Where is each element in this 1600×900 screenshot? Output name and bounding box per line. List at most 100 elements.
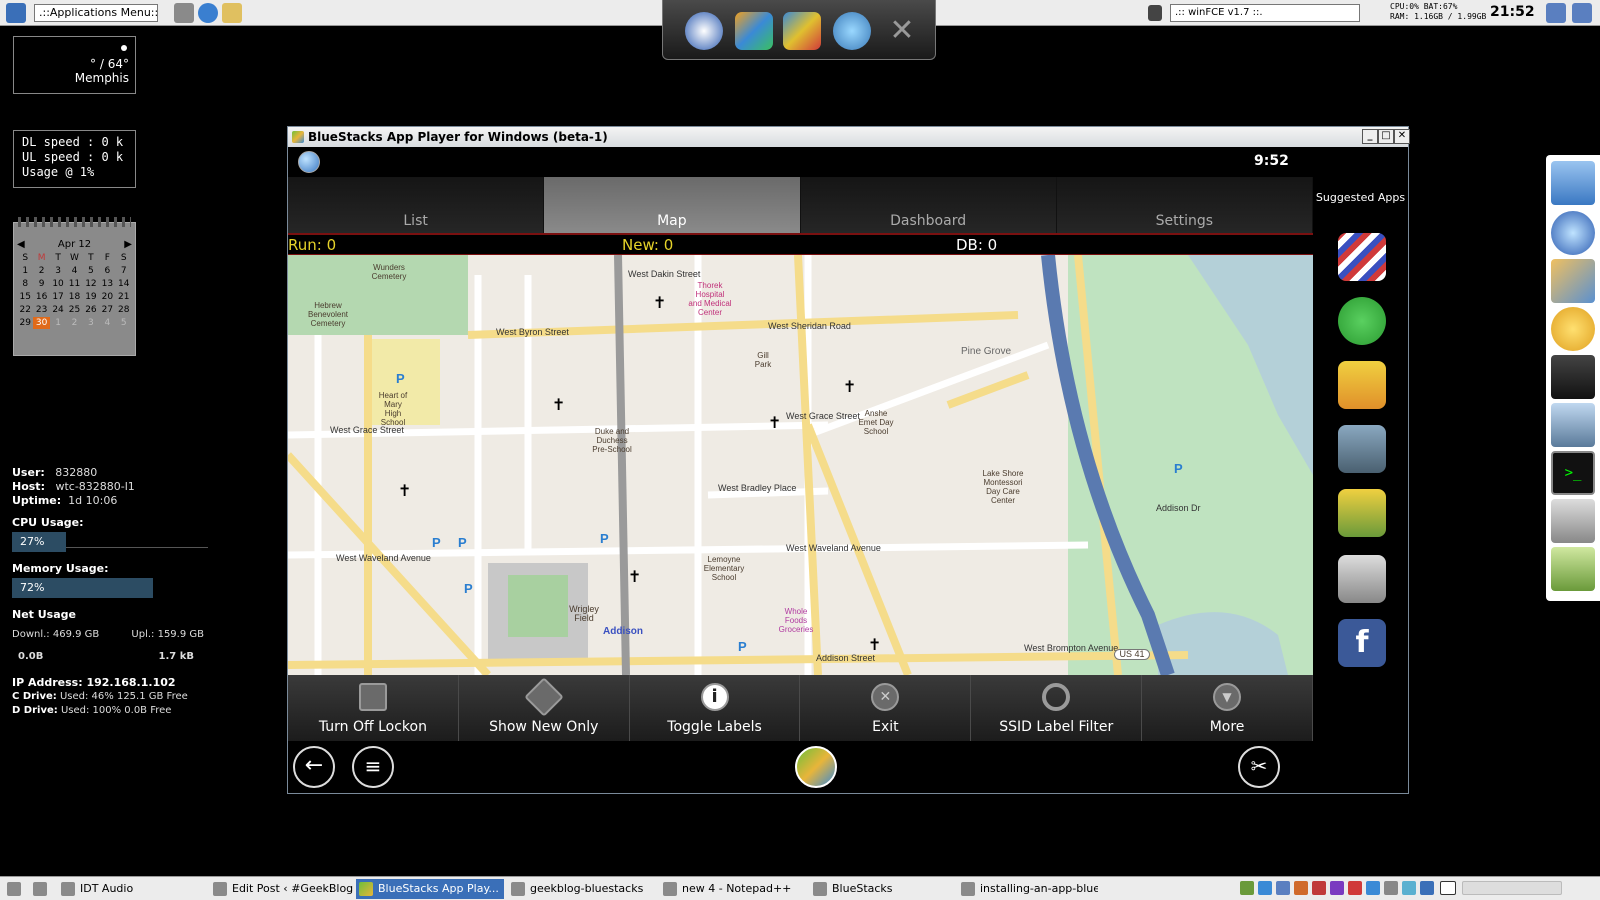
messenger-icon[interactable]: [1551, 259, 1595, 303]
calendar-day[interactable]: 18: [66, 291, 82, 303]
desktop-icon[interactable]: [4, 879, 26, 899]
calendar-day[interactable]: 29: [17, 317, 33, 329]
tray-icon[interactable]: [1258, 881, 1272, 895]
calendar-day[interactable]: 14: [116, 278, 132, 290]
calendar-day[interactable]: 1: [50, 317, 66, 329]
game-icon-village[interactable]: [1338, 489, 1386, 537]
camera-icon[interactable]: [30, 879, 52, 899]
ssid-label-filter-button[interactable]: SSID Label Filter: [971, 675, 1143, 741]
calendar-day[interactable]: 3: [83, 317, 99, 329]
minimize-button[interactable]: _: [1362, 129, 1378, 144]
calendar-day[interactable]: 30: [33, 317, 50, 329]
maximize-button[interactable]: □: [1378, 129, 1394, 144]
taskbar-item[interactable]: BlueStacks: [810, 879, 956, 899]
calendar-day[interactable]: 7: [116, 265, 132, 277]
calendar-day[interactable]: 3: [50, 265, 66, 277]
exit-button[interactable]: ✕ Exit: [800, 675, 972, 741]
menu-icon[interactable]: ≡: [352, 746, 394, 788]
camera-app-icon[interactable]: [1338, 555, 1386, 603]
calendar-day[interactable]: 5: [116, 317, 132, 329]
taskbar-item[interactable]: geekblog-bluestacks: [508, 879, 658, 899]
turn-off-lockon-button[interactable]: Turn Off Lockon: [288, 675, 459, 741]
app-store-icon[interactable]: [783, 12, 821, 50]
more-button[interactable]: ▼ More: [1142, 675, 1313, 741]
close-icon[interactable]: ✕: [883, 12, 921, 50]
tray-icon[interactable]: [1384, 881, 1398, 895]
close-button[interactable]: ✕: [1394, 129, 1410, 144]
back-arrow-icon[interactable]: ←: [293, 746, 335, 788]
tab-settings[interactable]: Settings: [1057, 177, 1313, 233]
calendar-day[interactable]: 19: [83, 291, 99, 303]
calendar-day[interactable]: 22: [17, 304, 33, 316]
taskbar-item[interactable]: IDT Audio: [58, 879, 208, 899]
tray-input-box[interactable]: [1462, 881, 1562, 895]
calendar-day[interactable]: 1: [17, 265, 33, 277]
words-with-friends-icon[interactable]: [1338, 361, 1386, 409]
show-new-only-button[interactable]: Show New Only: [459, 675, 630, 741]
calendar-day[interactable]: 20: [99, 291, 115, 303]
calendar-day[interactable]: 4: [99, 317, 115, 329]
tray-icon[interactable]: [1276, 881, 1290, 895]
taskbar-item[interactable]: installing-an-app-blue: [958, 879, 1098, 899]
smiley-icon[interactable]: [1551, 307, 1595, 351]
cloud-icon[interactable]: [833, 12, 871, 50]
toggle-labels-button[interactable]: i Toggle Labels: [630, 675, 801, 741]
next-month-icon[interactable]: ▶: [124, 239, 132, 250]
globe-icon[interactable]: [1551, 211, 1595, 255]
game-icon-fighter[interactable]: [1338, 425, 1386, 473]
tray-icon[interactable]: [1312, 881, 1326, 895]
bluestacks-home-icon[interactable]: [795, 746, 837, 788]
applications-menu[interactable]: .::Applications Menu::.: [34, 4, 158, 22]
app-icon-flag[interactable]: [1338, 233, 1386, 281]
recycle-bin-icon[interactable]: [1551, 547, 1595, 591]
calendar-day[interactable]: 16: [33, 291, 49, 303]
calendar-day[interactable]: 12: [83, 278, 99, 290]
prev-month-icon[interactable]: ◀: [17, 239, 25, 250]
calendar-day[interactable]: 2: [33, 265, 49, 277]
calendar-day[interactable]: 23: [33, 304, 49, 316]
winfce-player[interactable]: .:: winFCE v1.7 ::.: [1170, 4, 1360, 22]
monitor-icon[interactable]: [1551, 403, 1595, 447]
apps-grid-icon[interactable]: [685, 12, 723, 50]
tray-icon[interactable]: [1402, 881, 1416, 895]
calendar-day[interactable]: 15: [17, 291, 33, 303]
settings-tools-icon[interactable]: ✂: [1238, 746, 1280, 788]
tray-icon[interactable]: [1366, 881, 1380, 895]
taskbar-item[interactable]: BlueStacks App Play...: [356, 879, 504, 899]
terminal-icon[interactable]: >_: [1551, 451, 1595, 495]
calendar-day[interactable]: 24: [50, 304, 66, 316]
calendar-day[interactable]: 26: [83, 304, 99, 316]
favorites-icon[interactable]: [735, 12, 773, 50]
calendar-day[interactable]: 17: [50, 291, 66, 303]
calendar-day[interactable]: 9: [33, 278, 49, 290]
folder-icon[interactable]: [174, 3, 194, 23]
power-icon[interactable]: [1572, 3, 1592, 23]
calendar-day[interactable]: 5: [83, 265, 99, 277]
tab-map[interactable]: Map: [544, 177, 801, 233]
video-icon[interactable]: [1551, 355, 1595, 399]
taskbar-item[interactable]: new 4 - Notepad++: [660, 879, 808, 899]
editor-icon[interactable]: [222, 3, 242, 23]
tools-icon[interactable]: [1551, 499, 1595, 543]
facebook-icon[interactable]: f: [1338, 619, 1386, 667]
tray-icon[interactable]: [1240, 881, 1254, 895]
tab-list[interactable]: List: [288, 177, 545, 233]
browser-icon[interactable]: [198, 3, 218, 23]
calendar-day[interactable]: 2: [66, 317, 82, 329]
onenote-icon[interactable]: [1330, 881, 1344, 895]
network-icon[interactable]: [1546, 3, 1566, 23]
home-folder-icon[interactable]: [1551, 161, 1595, 205]
calendar-day[interactable]: 13: [99, 278, 115, 290]
calendar-day[interactable]: 10: [50, 278, 66, 290]
tray-icon[interactable]: [1348, 881, 1362, 895]
shield-icon[interactable]: [1148, 5, 1162, 21]
calendar-day[interactable]: 4: [66, 265, 82, 277]
window-titlebar[interactable]: BlueStacks App Player for Windows (beta-…: [288, 127, 1410, 147]
calendar-day[interactable]: 28: [116, 304, 132, 316]
calendar-day[interactable]: 25: [66, 304, 82, 316]
show-desktop-icon[interactable]: [1440, 881, 1456, 895]
tray-icon[interactable]: [1420, 881, 1434, 895]
taskbar-item[interactable]: Edit Post ‹ #GeekBlog...: [210, 879, 354, 899]
tab-dashboard[interactable]: Dashboard: [801, 177, 1057, 233]
calendar-day[interactable]: 27: [99, 304, 115, 316]
